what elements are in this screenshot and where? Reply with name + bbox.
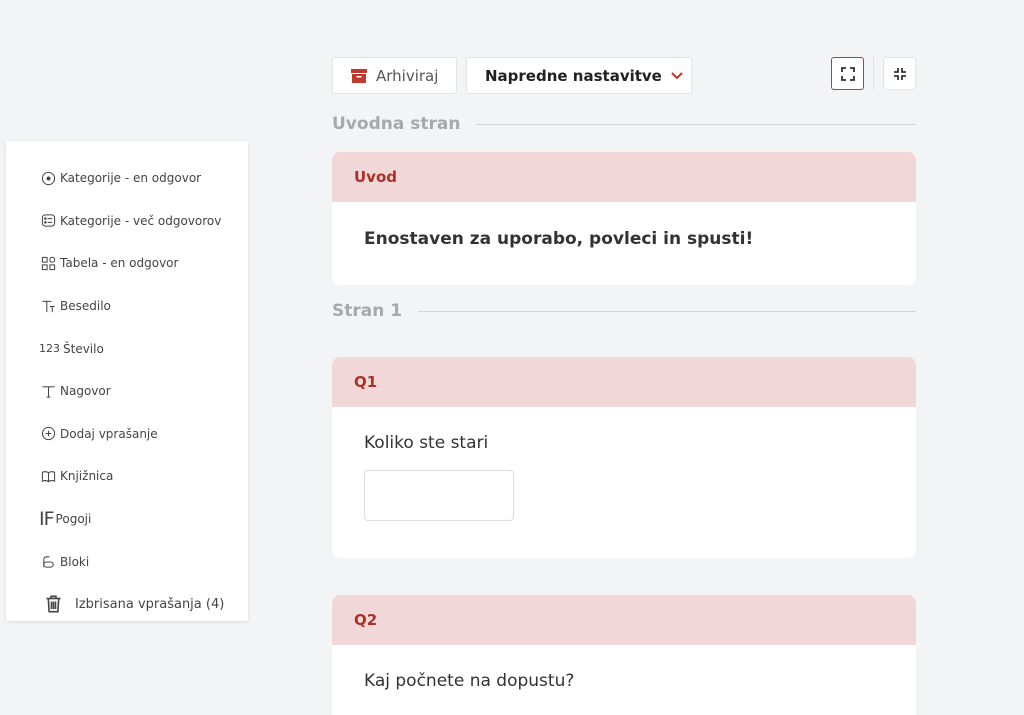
sidebar-item-table-single[interactable]: Tabela - en odgovor	[6, 242, 248, 285]
toolbar-divider	[873, 57, 874, 90]
archive-button[interactable]: Arhiviraj	[332, 57, 457, 94]
sidebar-item-conditions[interactable]: IF Pogoji	[6, 498, 248, 541]
checklist-icon	[39, 212, 57, 230]
sidebar-item-number[interactable]: 123 Število	[6, 327, 248, 370]
expand-all-button[interactable]	[831, 57, 864, 90]
age-input[interactable]	[364, 470, 514, 521]
number-icon: 123	[39, 342, 60, 356]
section-divider	[418, 310, 916, 312]
sidebar-item-label: Kategorije - en odgovor	[60, 171, 202, 186]
sidebar-item-text[interactable]: Besedilo	[6, 285, 248, 328]
sidebar-item-label: Dodaj vprašanje	[60, 426, 158, 441]
sidebar-item-label: Kategorije - več odgovorov	[60, 213, 222, 228]
text-t-icon	[39, 382, 57, 400]
grid-icon	[39, 254, 57, 272]
plus-circle-icon	[39, 425, 57, 443]
card-header: Q1	[332, 357, 916, 407]
card-header: Q2	[332, 595, 916, 645]
question-type-sidebar: Kategorije - en odgovor Kategorije - več…	[6, 141, 248, 621]
section-title: Stran 1	[332, 301, 403, 321]
sidebar-item-blocks[interactable]: Bloki	[6, 540, 248, 583]
section-title: Uvodna stran	[332, 114, 461, 134]
sidebar-item-address[interactable]: Nagovor	[6, 370, 248, 413]
advanced-settings-label: Napredne nastavitve	[485, 66, 662, 85]
intro-card[interactable]: Uvod Enostaven za uporabo, povleci in sp…	[332, 152, 916, 285]
sidebar-item-label: Pogoji	[55, 512, 92, 527]
block-icon	[39, 553, 57, 571]
archive-label: Arhiviraj	[376, 66, 439, 85]
chevron-down-icon	[671, 71, 683, 80]
sidebar-item-deleted-questions[interactable]: Izbrisana vprašanja (4)	[6, 583, 248, 626]
question-card-q1[interactable]: Q1 Koliko ste stari	[332, 357, 916, 558]
if-icon: IF	[39, 508, 55, 531]
expand-icon	[840, 66, 856, 82]
sidebar-item-label: Število	[63, 341, 104, 356]
question-text: Kaj počnete na dopustu?	[364, 671, 575, 691]
book-icon	[39, 467, 57, 485]
text-icon	[39, 297, 57, 315]
trash-icon	[44, 595, 62, 613]
archive-box-icon	[351, 68, 367, 83]
section-divider	[476, 123, 916, 125]
intro-text: Enostaven za uporabo, povleci in spusti!	[364, 229, 754, 249]
collapse-all-button[interactable]	[883, 57, 916, 90]
question-card-q2[interactable]: Q2 Kaj počnete na dopustu?	[332, 595, 916, 715]
sidebar-item-library[interactable]: Knjižnica	[6, 455, 248, 498]
sidebar-item-label: Tabela - en odgovor	[60, 256, 179, 271]
sidebar-item-single-choice[interactable]: Kategorije - en odgovor	[6, 157, 248, 200]
sidebar-item-label: Knjižnica	[60, 469, 114, 484]
sidebar-item-label: Besedilo	[60, 299, 111, 314]
radio-circle-icon	[39, 169, 57, 187]
sidebar-item-label: Nagovor	[60, 384, 111, 399]
sidebar-item-label: Bloki	[60, 554, 90, 569]
section-intro-page: Uvodna stran	[332, 114, 916, 134]
sidebar-item-add-question[interactable]: Dodaj vprašanje	[6, 413, 248, 456]
question-text: Koliko ste stari	[364, 433, 489, 453]
sidebar-item-label: Izbrisana vprašanja (4)	[75, 596, 225, 612]
section-page-1: Stran 1	[332, 301, 916, 321]
advanced-settings-dropdown[interactable]: Napredne nastavitve	[466, 57, 692, 94]
collapse-icon	[892, 66, 908, 82]
card-header: Uvod	[332, 152, 916, 202]
sidebar-item-multiple-choice[interactable]: Kategorije - več odgovorov	[6, 200, 248, 243]
